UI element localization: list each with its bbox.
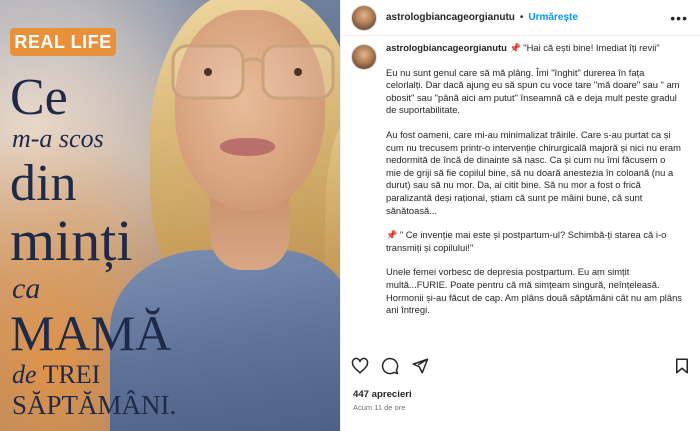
more-horizontal-icon[interactable]: ••• [670,10,688,26]
comment-icon[interactable] [381,357,399,375]
avatar[interactable] [351,4,377,31]
bookmark-icon[interactable] [673,357,691,375]
headline-line: Ce [10,69,68,126]
caption-first-line: astrologbiancageorgianutu 📌 "Hai că ești… [386,42,683,55]
follow-button[interactable]: Urmărește [528,12,577,23]
caption-paragraph: 📌 " Ce invenție mai este și postpartum-u… [386,229,683,254]
pin-icon: 📌 [509,43,521,53]
share-icon[interactable] [411,357,429,375]
post-image[interactable]: REAL LIFE Ce m-a scos din minți ca MAMĂ … [0,0,340,431]
post-timestamp[interactable]: Acum 11 de ore [353,403,405,412]
image-headline: Ce m-a scos din minți ca MAMĂ de TREI SĂ… [10,64,220,419]
heart-icon[interactable] [351,357,369,375]
caption-quote: "Hai că ești bine! Imediat îți revii" [520,42,660,53]
caption-paragraph: Au fost oameni, care mi-au minimalizat t… [386,128,681,216]
pin-icon: 📌 [386,230,398,241]
caption-paragraph: Eu nu sunt genul care să mă plâng. Îmi "… [386,66,680,116]
headline-line: de TREI [12,362,220,388]
headline-line: minți [10,208,133,273]
headline-trei: TREI [36,360,101,389]
real-life-badge: REAL LIFE [10,28,116,56]
caption-username[interactable]: astrologbiancageorgianutu [386,42,507,53]
post-details: astrologbiancageorgianutu • Urmărește ••… [340,0,700,431]
caption-paragraph: Unele femei vorbesc de depresia postpart… [386,266,682,316]
caption-quote-2: " Ce invenție mai este și postpartum-ul?… [386,229,667,253]
lips [220,138,275,156]
likes-count[interactable]: 447 aprecieri [353,389,412,400]
headline-line: din [10,155,77,212]
headline-line: m-a scos [12,124,104,153]
post-header: astrologbiancageorgianutu • Urmărește ••… [341,0,700,36]
separator-dot: • [519,12,524,23]
post-caption: astrologbiancageorgianutu 📌 "Hai că ești… [386,42,683,342]
action-bar [351,357,691,377]
caption-area: astrologbiancageorgianutu 📌 "Hai că ești… [341,42,700,342]
headline-line: ca [12,272,41,305]
username-link[interactable]: astrologbiancageorgianutu [386,12,515,23]
headline-de: de [12,360,37,389]
headline-line: MAMĂ [10,305,172,361]
caption-avatar[interactable] [351,44,377,70]
headline-line: SĂPTĂMÂNI. [12,390,177,420]
